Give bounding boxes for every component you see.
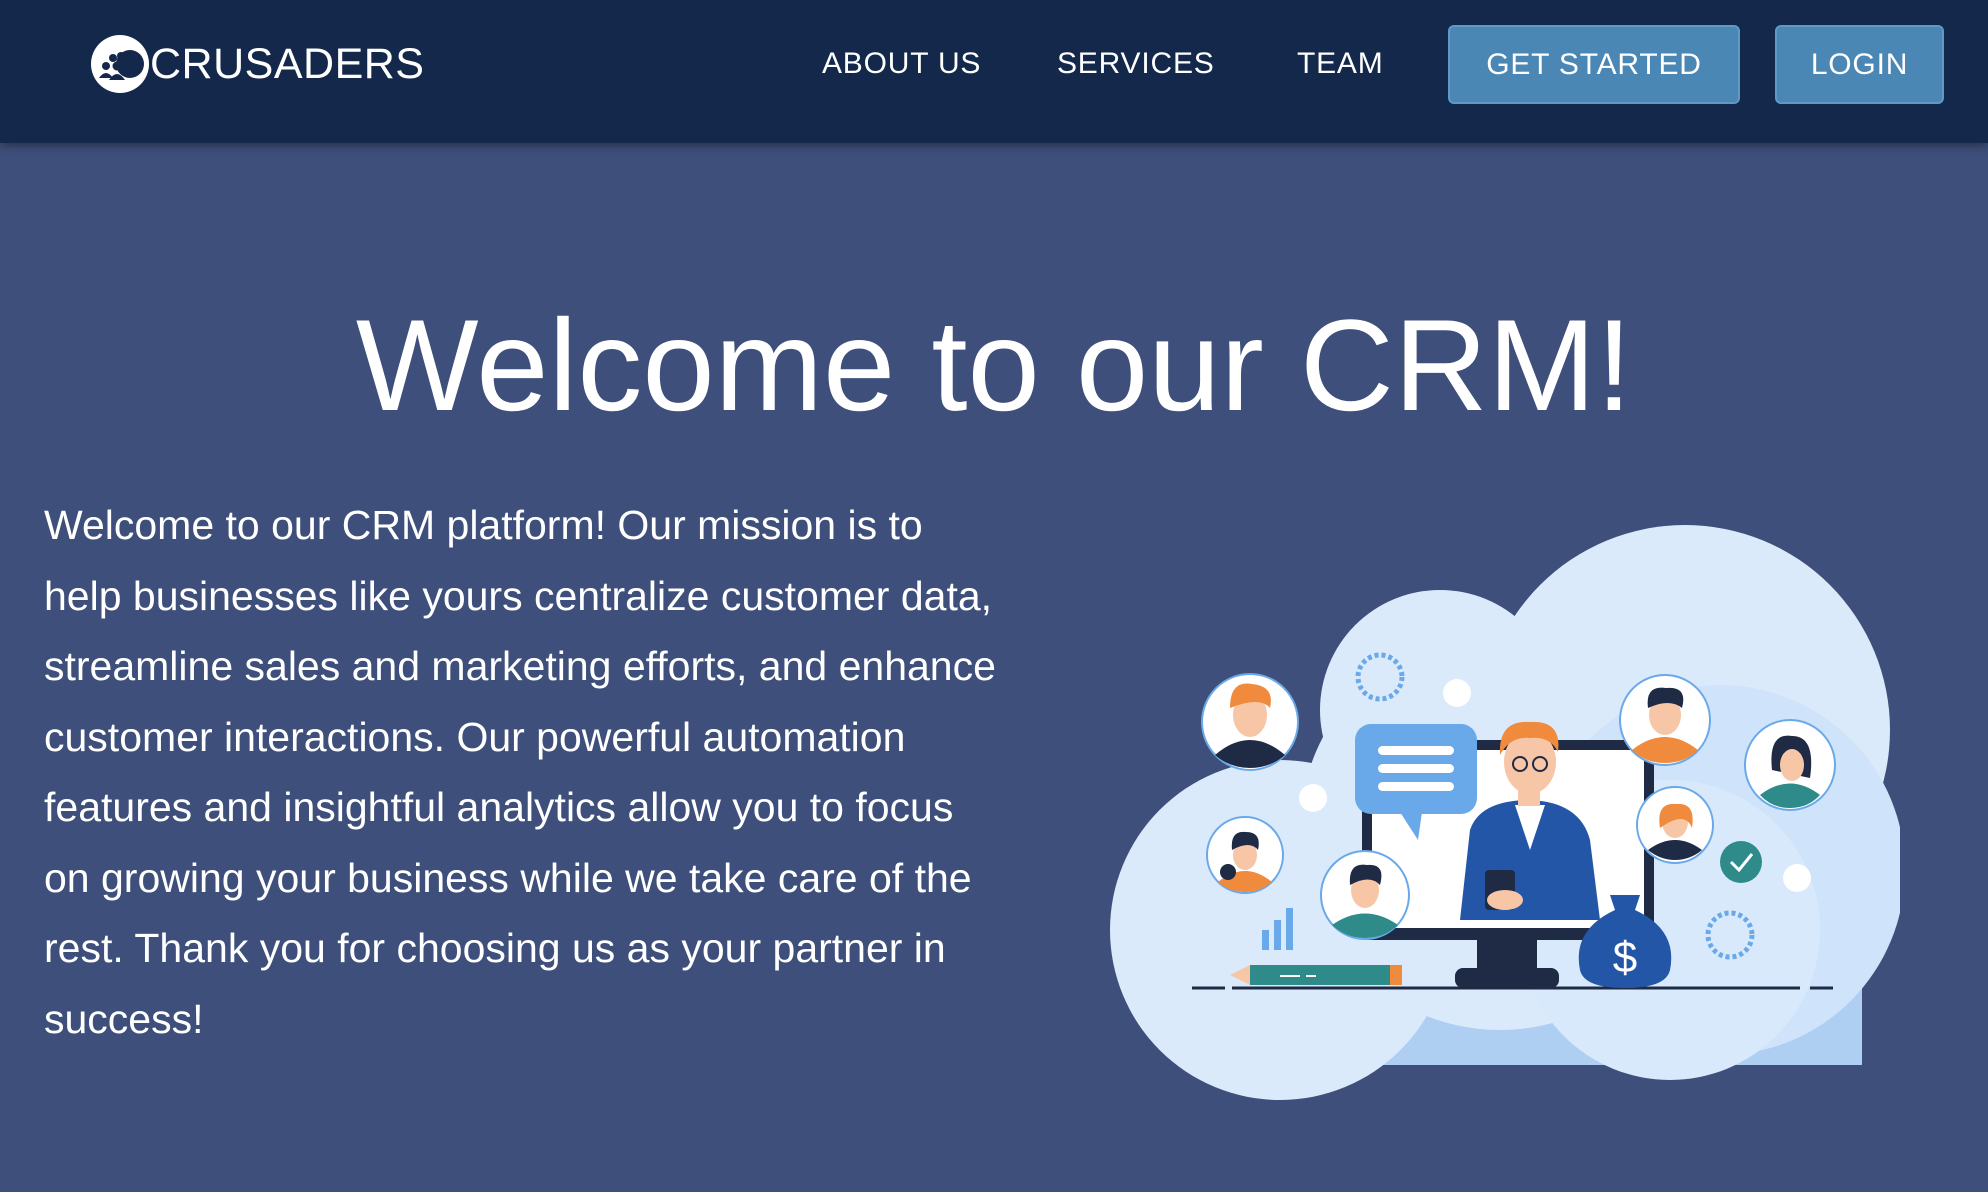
nav-link-team[interactable]: TEAM bbox=[1297, 44, 1384, 84]
get-started-button[interactable]: GET STARTED bbox=[1448, 25, 1740, 104]
login-label: LOGIN bbox=[1810, 47, 1909, 81]
avatar-6 bbox=[1320, 850, 1410, 940]
get-started-label: GET STARTED bbox=[1486, 47, 1702, 81]
page-title: Welcome to our CRM! bbox=[355, 292, 1633, 438]
nav-link-about-us[interactable]: ABOUT US bbox=[822, 44, 981, 84]
crm-illustration: $ bbox=[1110, 525, 1900, 1100]
pencil-icon bbox=[1230, 965, 1402, 985]
crusaders-logo-icon bbox=[91, 35, 149, 93]
brand-name: CRUSADERS bbox=[150, 39, 425, 88]
top-navbar: CRUSADERS ABOUT US SERVICES TEAM GET STA… bbox=[0, 0, 1988, 143]
avatar-3 bbox=[1744, 719, 1836, 811]
intro-paragraph: Welcome to our CRM platform! Our mission… bbox=[44, 502, 996, 1042]
brand[interactable]: CRUSADERS bbox=[90, 32, 425, 96]
nav-link-services[interactable]: SERVICES bbox=[1057, 44, 1215, 84]
avatar-4 bbox=[1636, 786, 1714, 864]
avatar-2 bbox=[1619, 674, 1711, 766]
avatar-1 bbox=[1201, 673, 1299, 771]
login-button[interactable]: LOGIN bbox=[1775, 25, 1944, 104]
svg-text:$: $ bbox=[1613, 933, 1637, 982]
avatar-5 bbox=[1206, 816, 1284, 894]
checkmark-icon bbox=[1720, 841, 1762, 883]
